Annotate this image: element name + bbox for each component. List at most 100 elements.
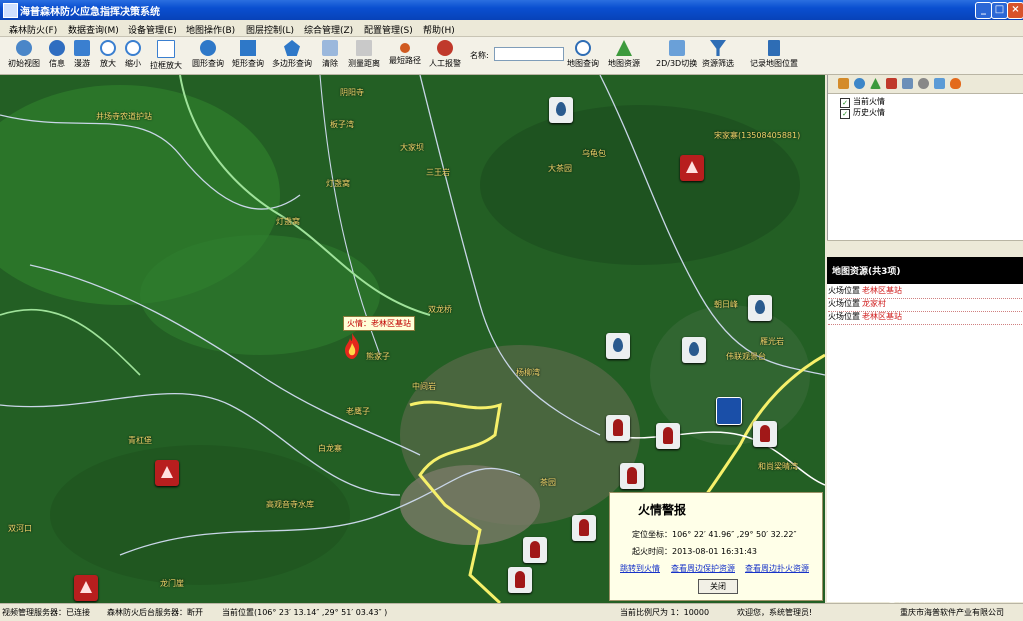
resource-row[interactable]: 火场位置 老林区基站 (828, 311, 1022, 325)
camera-marker[interactable] (682, 337, 706, 363)
tool-info[interactable]: 信息 (49, 39, 65, 72)
map-label: 井场寺农道护站 (96, 112, 152, 121)
jump-to-fire-link[interactable]: 跳转到火情 (620, 563, 660, 574)
alert-close-button[interactable]: 关闭 (698, 579, 738, 594)
tool-manual-alarm[interactable]: 人工报警 (429, 39, 461, 72)
flame-icon[interactable] (950, 78, 961, 89)
map-label: 和尚梁晴湾 (758, 462, 798, 471)
path-icon (400, 43, 410, 53)
map-label: 双河口 (8, 524, 32, 533)
title-bar: 海普森林防火应急指挥决策系统 _ □ × (0, 0, 1023, 20)
map-label: 阴阳寺 (340, 88, 364, 97)
fire-station-marker[interactable] (74, 575, 98, 601)
backend-server-status: 森林防火后台服务器：断开 (107, 608, 203, 617)
view-fight-resources-link[interactable]: 查看周边扑火资源 (745, 563, 809, 574)
tool-zoom-in[interactable]: 放大 (100, 39, 116, 72)
rect-query-icon (240, 40, 256, 56)
tool-record-location[interactable]: 记录地图位置 (750, 39, 798, 72)
tree-item-history-fire[interactable]: ✓ 历史火情 (840, 107, 885, 119)
water-icon[interactable] (934, 78, 945, 89)
tool-polygon-query[interactable]: 多边形查询 (272, 39, 312, 72)
tool-box-zoom[interactable]: 拉框放大 (150, 39, 182, 72)
menu-layer-control[interactable]: 图层控制(L) (246, 23, 294, 36)
firefighter-marker[interactable] (620, 463, 644, 489)
alert-coords-label: 定位坐标： (632, 530, 672, 539)
tool-shortest-path[interactable]: 最短路径 (389, 39, 421, 72)
fire-tooltip: 火情：老林区基站 (343, 316, 415, 331)
tool-2d3d-switch[interactable]: 2D/3D切换 (656, 39, 697, 72)
name-search-input[interactable] (494, 47, 564, 61)
resource-row[interactable]: 火场位置 老林区基站 (828, 285, 1022, 299)
menu-general-manage[interactable]: 综合管理(Z) (304, 23, 353, 36)
map-label: 大家坝 (400, 143, 424, 152)
menu-bar: 森林防火(F) 数据查询(M) 设备管理(E) 地图操作(B) 图层控制(L) … (0, 20, 1023, 37)
fire-place-label: 熊家子 (366, 352, 390, 361)
menu-forest-fire[interactable]: 森林防火(F) (9, 23, 57, 36)
firefighter-marker[interactable] (523, 537, 547, 563)
box-zoom-icon (157, 40, 175, 58)
tool-initial-view[interactable]: 初始视图 (8, 39, 40, 72)
binoculars-icon[interactable] (902, 78, 913, 89)
tool-measure[interactable]: 测量距离 (348, 39, 380, 72)
water-source-marker[interactable] (748, 295, 772, 321)
firefighter-marker[interactable] (753, 421, 777, 447)
zoom-in-icon (100, 40, 116, 56)
resource-row[interactable]: 火场位置 龙家村 (828, 298, 1022, 312)
maximize-button[interactable]: □ (991, 2, 1008, 19)
globe-icon[interactable] (854, 78, 865, 89)
menu-config-manage[interactable]: 配置管理(S) (364, 23, 413, 36)
tool-circle-query[interactable]: 圆形查询 (192, 39, 224, 72)
filter-icon (710, 40, 726, 56)
fire-station-marker[interactable] (680, 155, 704, 181)
tree-icon (616, 40, 632, 56)
tool-resource-filter[interactable]: 资源筛选 (702, 39, 734, 72)
tool-map-query[interactable]: 地图查询 (567, 39, 599, 72)
panel-splitter[interactable] (827, 240, 1023, 258)
fire-station-marker[interactable] (155, 460, 179, 486)
menu-map-operation[interactable]: 地图操作(B) (186, 23, 235, 36)
search-icon (575, 40, 591, 56)
menu-data-query[interactable]: 数据查询(M) (68, 23, 119, 36)
map-view[interactable]: 井场寺农道护站 阴阳寺 板子湾 大家坝 三王岩 乌龟包 大茶园 灯盏窝 灯盏窝 … (0, 75, 825, 603)
tool-pan[interactable]: 漫游 (74, 39, 90, 72)
tool-rect-query[interactable]: 矩形查询 (232, 39, 264, 72)
company-name: 重庆市海普软件产业有限公司 (900, 608, 1004, 617)
firefighter-marker[interactable] (606, 415, 630, 441)
monitor-station-marker[interactable] (716, 397, 742, 425)
tree-icon[interactable] (870, 78, 881, 89)
view-protect-resources-link[interactable]: 查看周边保护资源 (671, 563, 735, 574)
firefighter-marker[interactable] (508, 567, 532, 593)
map-label: 乌龟包 (582, 149, 606, 158)
water-source-marker[interactable] (549, 97, 573, 123)
layer-icon[interactable] (838, 78, 849, 89)
map-label: 杨柳湾 (516, 368, 540, 377)
map-label: 双龙桥 (428, 305, 452, 314)
fire-extinguisher-icon[interactable] (886, 78, 897, 89)
map-label: 宋家寨(13508405881) (714, 131, 801, 140)
firefighter-marker[interactable] (656, 423, 680, 449)
alert-coords: 106° 22′ 41.96″ ,29° 50′ 32.22″ (672, 530, 797, 539)
zoom-out-icon (125, 40, 141, 56)
minimize-button[interactable]: _ (975, 2, 992, 19)
alert-time: 2013-08-01 16:31:43 (672, 547, 757, 556)
panel-toolbar (828, 75, 1023, 94)
tool-zoom-out[interactable]: 缩小 (125, 39, 141, 72)
tool-clear[interactable]: 清除 (322, 39, 338, 72)
water-source-marker[interactable] (606, 333, 630, 359)
alert-time-row: 起火时间：2013-08-01 16:31:43 (632, 546, 757, 557)
checkbox-checked-icon[interactable]: ✓ (840, 109, 850, 119)
map-label: 大茶园 (548, 164, 572, 173)
alert-coords-row: 定位坐标：106° 22′ 41.96″ ,29° 50′ 32.22″ (632, 529, 796, 540)
watermark: CSDN @陈天佳教授 (848, 590, 959, 604)
tool-map-resources[interactable]: 地图资源 (608, 39, 640, 72)
close-button[interactable]: × (1007, 2, 1023, 19)
menu-device-manage[interactable]: 设备管理(E) (128, 23, 177, 36)
map-label: 茶园 (540, 478, 556, 487)
fire-icon[interactable] (344, 333, 360, 359)
firefighter-marker[interactable] (572, 515, 596, 541)
menu-help[interactable]: 帮助(H) (423, 23, 455, 36)
person-icon[interactable] (918, 78, 929, 89)
app-icon (3, 3, 18, 18)
welcome-text: 欢迎您，系统管理员! (737, 608, 813, 617)
name-label: 名称: (470, 51, 489, 60)
